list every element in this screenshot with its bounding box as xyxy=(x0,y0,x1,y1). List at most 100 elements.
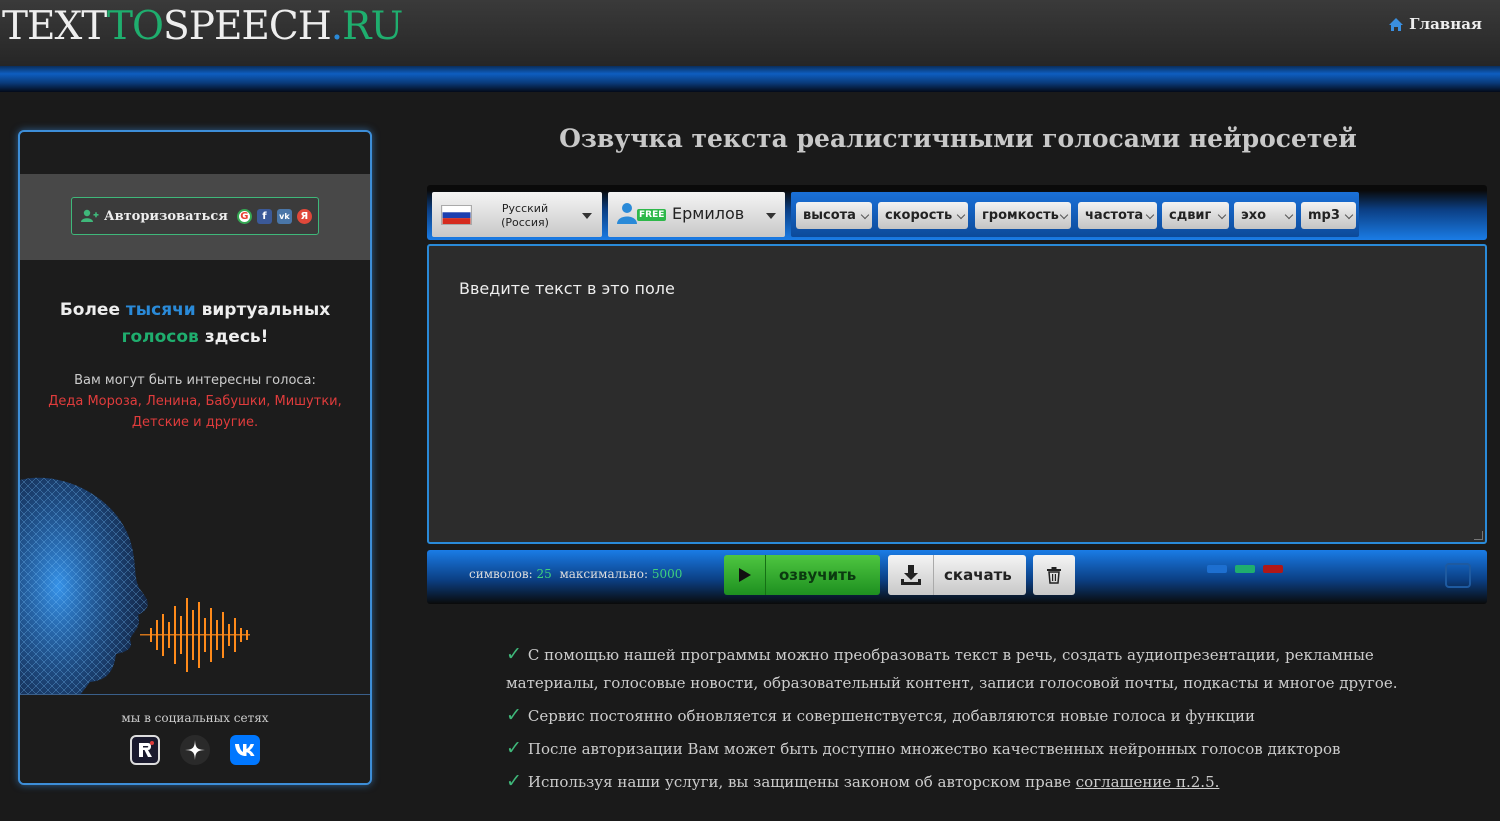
home-icon xyxy=(1389,17,1404,31)
chevron-down-icon xyxy=(956,210,966,220)
frequency-label: частота xyxy=(1085,208,1144,223)
speak-button[interactable]: озвучить xyxy=(724,555,880,595)
feature-item: ✓ С помощью нашей программы можно преобра… xyxy=(506,640,1406,697)
symbols-count: 25 xyxy=(536,567,552,581)
pitch-select[interactable]: высота xyxy=(796,202,872,229)
voice-link[interactable]: Мишутки xyxy=(275,394,338,409)
check-icon: ✓ xyxy=(506,643,522,665)
promo-text: здесь! xyxy=(198,327,269,347)
nav-home-label: Главная xyxy=(1409,15,1482,33)
text-input[interactable]: Введите текст в это поле xyxy=(427,244,1487,544)
play-icon-wrap xyxy=(724,555,766,595)
user-icon xyxy=(617,203,637,224)
check-icon: ✓ xyxy=(506,737,522,759)
yandex-icon[interactable]: Я xyxy=(296,208,312,224)
login-button-label: Авторизоваться xyxy=(104,208,228,224)
check-icon: ✓ xyxy=(506,704,522,726)
play-icon xyxy=(739,568,751,582)
theme-blue-button[interactable] xyxy=(1207,565,1227,573)
promo-title: Более тысячи виртуальных голосов здесь! xyxy=(20,297,370,351)
header-accent-bar xyxy=(0,66,1500,92)
speed-select[interactable]: скорость xyxy=(878,202,968,229)
dzen-icon[interactable] xyxy=(180,735,210,765)
sidebar-panel: Авторизоваться G f vk Я Более тысячи вир… xyxy=(18,130,372,785)
promo-text: голосов xyxy=(121,327,199,347)
format-select[interactable]: mp3 xyxy=(1301,202,1356,229)
facebook-icon[interactable]: f xyxy=(256,208,272,224)
logo-text-part: . xyxy=(330,4,343,49)
logo-text-part: SPEECH xyxy=(162,4,332,49)
rutube-icon[interactable] xyxy=(130,735,160,765)
feature-text: Сервис постоянно обновляется и совершенс… xyxy=(527,707,1255,725)
resize-handle[interactable] xyxy=(1474,531,1483,540)
voice-select[interactable]: FREE Ермилов xyxy=(608,192,785,237)
vk-login-icon[interactable]: vk xyxy=(276,208,292,224)
echo-label: эхо xyxy=(1241,208,1267,223)
chevron-down-icon xyxy=(1145,210,1155,220)
logo-text-part: TEXT xyxy=(2,4,108,49)
text-input-content: Введите текст в это поле xyxy=(459,279,675,298)
shift-label: сдвиг xyxy=(1169,208,1212,223)
voice-link[interactable]: Бабушки xyxy=(205,394,266,409)
free-badge: FREE xyxy=(637,209,667,221)
shift-select[interactable]: сдвиг xyxy=(1162,202,1229,229)
voice-name: Ермилов xyxy=(672,204,745,223)
social-section: мы в социальных сетях xyxy=(20,694,370,783)
features-list: ✓ С помощью нашей программы можно преобра… xyxy=(506,640,1406,800)
feature-item: ✓ После авторизации Вам может быть доступ… xyxy=(506,734,1406,763)
vk-icon[interactable] xyxy=(230,735,260,765)
chevron-down-icon xyxy=(1217,210,1227,220)
feature-text: После авторизации Вам может быть доступн… xyxy=(527,740,1341,758)
page-title: Озвучка текста реалистичными голосами не… xyxy=(559,124,1357,153)
language-select[interactable]: Русский (Россия) xyxy=(432,192,602,237)
logo-text-part: RU xyxy=(342,4,403,49)
separator: , xyxy=(137,394,146,409)
google-icon[interactable]: G xyxy=(236,208,252,224)
theme-red-button[interactable] xyxy=(1263,565,1283,573)
speed-label: скорость xyxy=(885,208,953,223)
feature-item: ✓ Сервис постоянно обновляется и совершен… xyxy=(506,701,1406,730)
volume-label: громкость xyxy=(982,208,1059,223)
russia-flag-icon xyxy=(441,205,472,225)
chevron-down-icon xyxy=(860,210,870,220)
chevron-down-icon xyxy=(1059,210,1069,220)
fullscreen-toggle[interactable] xyxy=(1445,563,1471,588)
auth-band: Авторизоваться G f vk Я xyxy=(20,174,370,260)
separator: , xyxy=(337,394,342,409)
format-label: mp3 xyxy=(1308,208,1340,223)
chevron-down-icon xyxy=(1284,210,1294,220)
max-label: максимально: xyxy=(559,567,649,581)
social-title: мы в социальных сетях xyxy=(121,711,269,725)
theme-green-button[interactable] xyxy=(1235,565,1255,573)
echo-select[interactable]: эхо xyxy=(1234,202,1296,229)
pitch-label: высота xyxy=(803,208,856,223)
frequency-select[interactable]: частота xyxy=(1078,202,1157,229)
voice-link[interactable]: Детские и другие xyxy=(132,415,254,430)
promo-sub-label: Вам могут быть интересны голоса: xyxy=(74,373,316,388)
trash-icon xyxy=(1047,567,1061,584)
ai-head-illustration xyxy=(20,477,250,695)
action-bar: символов: 25 максимально: 5000 озвучить … xyxy=(427,550,1487,604)
speak-button-label: озвучить xyxy=(779,566,857,584)
site-logo[interactable]: TEXTTOSPEECH.RU xyxy=(2,4,403,49)
check-icon: ✓ xyxy=(506,770,522,792)
download-button-label: скачать xyxy=(944,566,1012,584)
add-user-icon xyxy=(81,209,99,222)
char-counter: символов: 25 максимально: 5000 xyxy=(469,567,682,581)
nav-home-link[interactable]: Главная xyxy=(1388,15,1482,33)
voice-link[interactable]: Ленина xyxy=(146,394,197,409)
logo-text-part: TO xyxy=(106,4,164,49)
promo-text: тысячи xyxy=(125,300,196,320)
agreement-link[interactable]: соглашение п.2.5. xyxy=(1076,773,1220,791)
clear-button[interactable] xyxy=(1033,555,1075,595)
login-button[interactable]: Авторизоваться G f vk Я xyxy=(71,197,319,235)
feature-item: ✓ Используя наши услуги, вы защищены зако… xyxy=(506,767,1406,796)
voice-link[interactable]: Деда Мороза xyxy=(48,394,138,409)
volume-select[interactable]: громкость xyxy=(975,202,1071,229)
download-icon xyxy=(901,565,921,585)
language-region: (Россия) xyxy=(501,216,549,229)
promo-text: Более xyxy=(59,300,126,320)
download-icon-wrap xyxy=(888,555,934,595)
separator: . xyxy=(253,415,259,430)
download-button[interactable]: скачать xyxy=(888,555,1026,595)
